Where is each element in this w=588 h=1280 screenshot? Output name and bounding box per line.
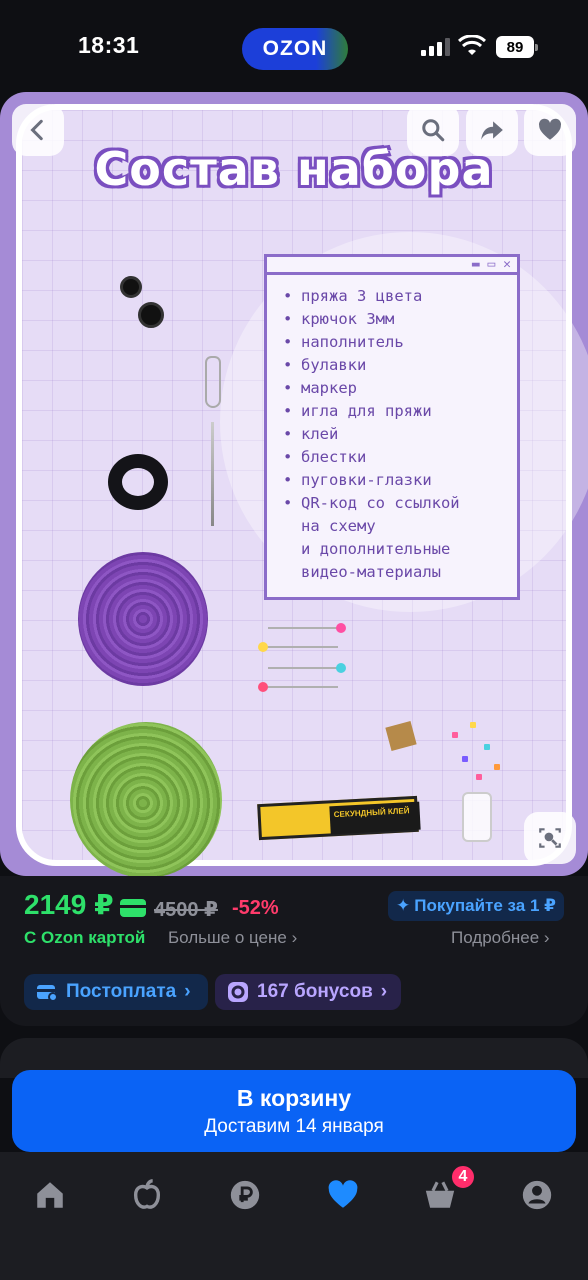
list-item: маркер — [283, 377, 517, 400]
chevron-right-icon: › — [543, 928, 550, 947]
signal-icon — [421, 38, 450, 56]
green-yarn-image — [70, 722, 222, 876]
yarn-needle-image — [211, 422, 214, 526]
list-item: клей — [283, 423, 517, 446]
window-controls: ▬ ▭ ✕ — [267, 257, 517, 275]
add-to-cart-label: В корзину — [236, 1084, 352, 1111]
visual-search-button[interactable] — [524, 812, 576, 864]
search-icon — [422, 119, 445, 142]
discount-badge: -52% — [232, 897, 279, 919]
chevron-left-icon — [30, 119, 43, 141]
add-to-cart-button[interactable]: В корзину Доставим 14 января — [12, 1070, 576, 1152]
postpay-label: Постоплата — [66, 981, 177, 1002]
eye-button-image — [138, 302, 164, 328]
back-button[interactable] — [12, 104, 64, 156]
postpay-button[interactable]: Постоплата › — [24, 974, 208, 1010]
chevron-right-icon: › — [380, 981, 388, 1002]
ozon-badge: OZON — [242, 28, 348, 70]
battery-indicator: 89 — [496, 36, 538, 58]
apple-icon — [133, 1179, 161, 1209]
eye-button-image — [120, 276, 142, 298]
tab-favorites[interactable] — [326, 1178, 360, 1212]
bonus-button[interactable]: 167 бонусов › — [215, 974, 401, 1010]
details-link[interactable]: Подробнее › — [451, 928, 550, 948]
glitter-image — [484, 744, 490, 750]
kit-contents-list: пряжа 3 цвета крючок 3мм наполнитель бул… — [267, 275, 517, 584]
image-search-icon — [539, 828, 561, 848]
list-item: QR-код со ссылкой — [283, 492, 517, 515]
glitter-image — [470, 722, 476, 728]
pin-image — [258, 642, 338, 652]
list-item: наполнитель — [283, 331, 517, 354]
old-price: 4500 ₽ — [154, 899, 218, 921]
glitter-image — [462, 756, 468, 762]
tab-finance[interactable] — [228, 1178, 262, 1212]
black-yarn-image — [108, 454, 168, 510]
list-item: пряжа 3 цвета — [283, 285, 517, 308]
share-icon — [481, 121, 503, 140]
tab-profile[interactable] — [520, 1178, 554, 1212]
pin-image — [268, 623, 346, 633]
kit-contents-window: ▬ ▭ ✕ пряжа 3 цвета крючок 3мм наполните… — [264, 254, 520, 600]
card-icon — [120, 899, 146, 917]
current-price: 2149 ₽ — [24, 889, 114, 920]
more-about-price-link[interactable]: Больше о цене › — [168, 928, 297, 948]
promo-label: Покупайте за 1 ₽ — [414, 896, 556, 915]
list-item: пуговки-глазки — [283, 469, 517, 492]
profile-icon — [522, 1180, 552, 1210]
bonus-label: 167 бонусов — [257, 981, 373, 1002]
tab-home[interactable] — [33, 1178, 67, 1212]
home-icon — [37, 1182, 63, 1208]
ozon-card-label: С Ozon картой — [24, 928, 146, 947]
wifi-icon — [458, 35, 486, 55]
postpay-icon — [37, 985, 58, 1002]
bonus-icon — [228, 982, 248, 1002]
list-item: видео-материалы — [301, 563, 441, 581]
tab-fresh[interactable] — [130, 1178, 164, 1212]
more-about-price-label: Больше о цене — [168, 928, 287, 947]
glitter-image — [452, 732, 458, 738]
pin-image — [258, 682, 338, 692]
heart-icon — [539, 118, 562, 140]
glitter-image — [494, 764, 500, 770]
purple-yarn-image — [78, 552, 208, 686]
sparkle-icon: ✦ — [396, 896, 411, 915]
list-item: на схему — [301, 517, 376, 535]
cart-count-badge: 4 — [450, 1164, 476, 1190]
list-item: и дополнительные — [301, 540, 451, 558]
glue-label: СЕКУНДНЫЙ КЛЕЙ — [329, 801, 421, 835]
product-image[interactable]: Состав набора ▬ ▭ ✕ пряжа 3 цвета крючок… — [0, 92, 588, 876]
delivery-date-label: Доставим 14 января — [204, 1115, 384, 1137]
list-item: блестки — [283, 446, 517, 469]
search-button[interactable] — [407, 104, 459, 156]
list-item: крючок 3мм — [283, 308, 517, 331]
list-item: булавки — [283, 354, 517, 377]
status-bar: 18:31 OZON 89 — [0, 0, 588, 92]
list-item: игла для пряжи — [283, 400, 517, 423]
bottom-tab-bar — [0, 1152, 588, 1280]
share-button[interactable] — [466, 104, 518, 156]
chevron-right-icon: › — [291, 928, 298, 947]
glitter-image — [476, 774, 482, 780]
chevron-right-icon: › — [184, 981, 191, 1002]
ruble-icon — [230, 1180, 260, 1210]
favorite-button[interactable] — [524, 104, 576, 156]
pin-image — [268, 663, 346, 673]
status-time: 18:31 — [78, 32, 140, 58]
heart-icon — [328, 1180, 358, 1208]
glitter-jar-image — [462, 792, 492, 842]
stitch-marker-image — [205, 356, 221, 408]
details-label: Подробнее — [451, 928, 540, 947]
promo-button[interactable]: ✦ Покупайте за 1 ₽ — [388, 891, 564, 921]
